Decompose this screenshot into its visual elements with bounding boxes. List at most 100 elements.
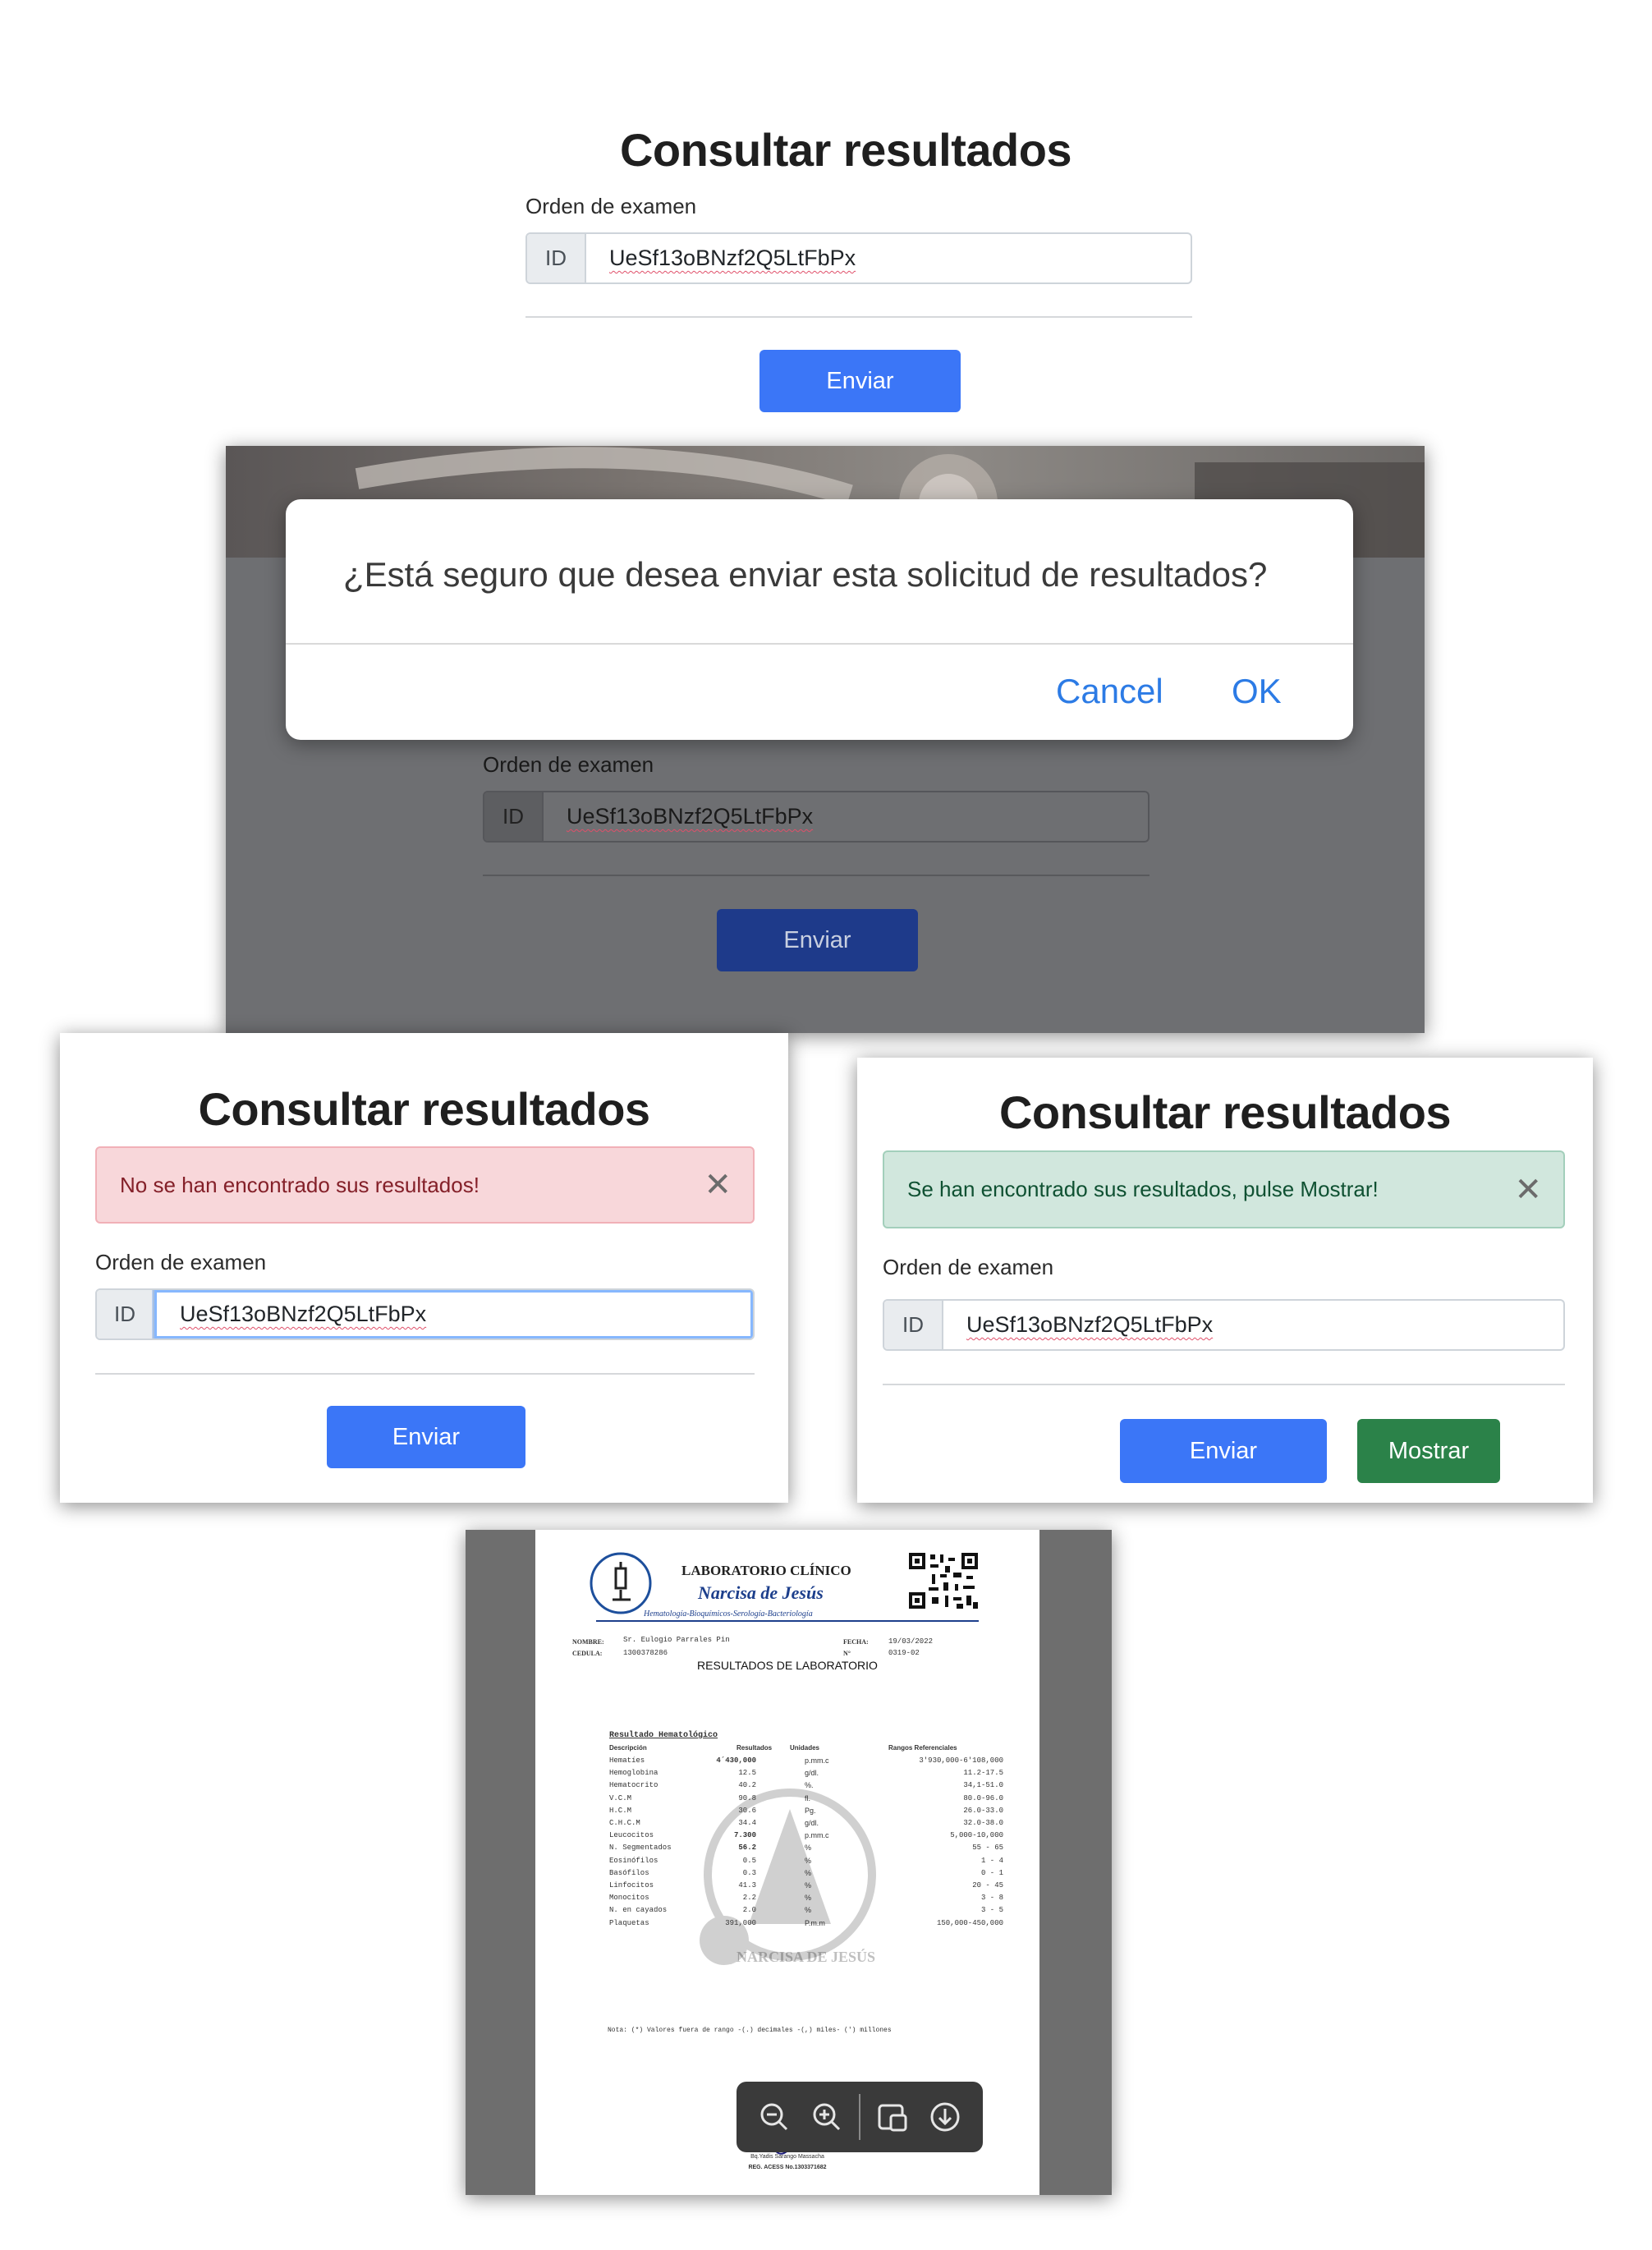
row-unit: % — [805, 1844, 812, 1853]
close-icon[interactable]: ✕ — [1514, 1173, 1542, 1206]
order-id-value: UeSf13oBNzf2Q5LtFbPx — [180, 1302, 427, 1326]
close-icon[interactable]: ✕ — [704, 1169, 732, 1201]
pdf-viewer: LABORATORIO CLÍNICO Narcisa de Jesús Hem… — [466, 1530, 1112, 2195]
submit-button[interactable]: Enviar — [717, 909, 918, 971]
num-value: 0319-02 — [888, 1649, 920, 1657]
lab-subname: Narcisa de Jesús — [698, 1582, 824, 1603]
table-row: V.C.M 90.8 fl. 80.0-96.0 — [535, 1794, 1039, 1807]
panel-not-found: Consultar resultados No se han encontrad… — [60, 1033, 788, 1503]
id-addon: ID — [884, 1301, 943, 1349]
order-id-input[interactable]: UeSf13oBNzf2Q5LtFbPx — [586, 234, 856, 282]
row-description: Linfocitos — [609, 1881, 654, 1890]
id-value: 1300378286 — [623, 1649, 668, 1657]
dialog-message: ¿Está seguro que desea enviar esta solic… — [343, 555, 1268, 594]
order-id-value: UeSf13oBNzf2Q5LtFbPx — [966, 1312, 1214, 1337]
id-addon: ID — [97, 1290, 154, 1339]
header-rule — [596, 1620, 979, 1622]
page-title: Consultar resultados — [619, 124, 1072, 176]
order-id-input[interactable]: UeSf13oBNzf2Q5LtFbPx — [154, 1290, 753, 1339]
num-label: N° — [843, 1650, 851, 1657]
zoom-in-icon[interactable] — [806, 2096, 847, 2138]
row-result: 391,000 — [725, 1918, 756, 1927]
row-unit: % — [805, 1881, 812, 1890]
col-results: Resultados — [737, 1744, 773, 1752]
table-row: Basófilos 0.3% 0 - 1 — [535, 1869, 1039, 1881]
panel-confirm: Orden de examen ID UeSf13oBNzf2Q5LtFbPx … — [226, 446, 1425, 1033]
lab-services: Hematología-Bioquímicos-Serología-Bacter… — [644, 1609, 813, 1619]
row-result: 30.6 — [738, 1806, 756, 1815]
row-range: 80.0-96.0 — [963, 1793, 1003, 1802]
table-header: Descripción Resultados Unidades Rangos R… — [535, 1744, 1039, 1756]
show-button[interactable]: Mostrar — [1357, 1419, 1500, 1483]
confirm-dialog: ¿Está seguro que desea enviar esta solic… — [286, 499, 1353, 740]
table-row: Monocitos 2.2% 3 - 8 — [535, 1894, 1039, 1906]
lab-name: LABORATORIO CLÍNICO — [681, 1563, 851, 1578]
row-result: 4´430,000 — [716, 1756, 756, 1765]
row-result: 2.2 — [742, 1894, 756, 1903]
row-range: 3'930,000-6'108,000 — [919, 1756, 1003, 1765]
error-alert: No se han encontrado sus resultados! ✕ — [95, 1146, 755, 1224]
field-label: Orden de examen — [483, 752, 654, 777]
reg-number: REG. ACESS No.1303371682 — [748, 2165, 827, 2170]
signer-name: Bq.Yadis Sarango Massacha — [750, 2154, 824, 2160]
submit-button[interactable]: Enviar — [1120, 1419, 1327, 1483]
table-row: Hemoglobina 12.5 g/dl. 11.2-17.5 — [535, 1769, 1039, 1781]
page-title: Consultar resultados — [998, 1086, 1452, 1138]
divider — [95, 1373, 755, 1375]
microscope-logo-icon — [590, 1552, 652, 1614]
row-range: 26.0-33.0 — [963, 1806, 1003, 1815]
row-range: 3 - 8 — [980, 1894, 1003, 1903]
table-row: Hematocrito 40.2%. 34,1-51.0 — [535, 1781, 1039, 1793]
divider — [883, 1384, 1565, 1385]
row-unit: g/dl. — [805, 1769, 819, 1778]
page-title: Consultar resultados — [198, 1083, 650, 1135]
order-input-group: ID UeSf13oBNzf2Q5LtFbPx — [525, 232, 1192, 284]
download-icon[interactable] — [925, 2096, 966, 2138]
row-unit: %. — [805, 1781, 814, 1790]
submit-button[interactable]: Enviar — [759, 350, 961, 412]
row-result: 56.2 — [738, 1844, 756, 1853]
zoom-out-icon[interactable] — [754, 2096, 795, 2138]
row-result: 0.5 — [742, 1856, 756, 1865]
row-range: 150,000-450,000 — [936, 1918, 1003, 1927]
ok-button[interactable]: OK — [1232, 672, 1282, 711]
name-label: NOMBRE: — [572, 1638, 604, 1646]
id-addon: ID — [484, 792, 544, 841]
row-result: 34.4 — [738, 1819, 756, 1827]
row-range: 20 - 45 — [972, 1881, 1003, 1890]
table-row: N. Segmentados 56.2% 55 - 65 — [535, 1844, 1039, 1856]
row-description: Leucocitos — [609, 1831, 654, 1840]
row-description: H.C.M — [609, 1806, 632, 1815]
report-page: LABORATORIO CLÍNICO Narcisa de Jesús Hem… — [535, 1530, 1039, 2195]
panel-initial: Consultar resultados Orden de examen ID … — [493, 115, 1199, 427]
cancel-button[interactable]: Cancel — [1056, 672, 1163, 711]
row-unit: p.mm.c — [805, 1831, 829, 1840]
row-unit: Pg. — [805, 1806, 816, 1815]
row-unit: % — [805, 1906, 812, 1915]
date-label: FECHA: — [843, 1638, 869, 1646]
section-title: Resultado Hematológico — [609, 1731, 718, 1740]
order-id-input[interactable]: UeSf13oBNzf2Q5LtFbPx — [943, 1301, 1213, 1349]
order-input-group: ID UeSf13oBNzf2Q5LtFbPx — [883, 1299, 1565, 1351]
fit-page-icon[interactable] — [872, 2096, 913, 2138]
order-input-group: ID UeSf13oBNzf2Q5LtFbPx — [483, 791, 1150, 843]
row-description: Plaquetas — [609, 1918, 649, 1927]
row-unit: % — [805, 1868, 812, 1877]
row-description: C.H.C.M — [609, 1819, 640, 1827]
qr-code-icon — [907, 1551, 980, 1610]
watermark-text: NARCISA DE JESÚS — [737, 1949, 876, 1965]
row-description: Hemoglobina — [609, 1769, 659, 1778]
name-value: Sr. Eulogio Parrales Pin — [623, 1636, 730, 1644]
row-result: 7.300 — [733, 1831, 756, 1840]
order-id-input[interactable]: UeSf13oBNzf2Q5LtFbPx — [544, 792, 813, 841]
submit-button[interactable]: Enviar — [327, 1406, 525, 1468]
col-units: Unidades — [790, 1744, 820, 1752]
pdf-toolbar — [737, 2082, 983, 2152]
divider — [525, 316, 1192, 318]
row-result: 0.3 — [742, 1868, 756, 1877]
report-note: Nota: (*) Valores fuera de rango -(.) de… — [608, 2027, 892, 2034]
row-unit: fl. — [805, 1793, 811, 1802]
success-alert: Se han encontrado sus resultados, pulse … — [883, 1150, 1565, 1228]
divider — [483, 875, 1150, 876]
order-id-value: UeSf13oBNzf2Q5LtFbPx — [567, 804, 814, 829]
